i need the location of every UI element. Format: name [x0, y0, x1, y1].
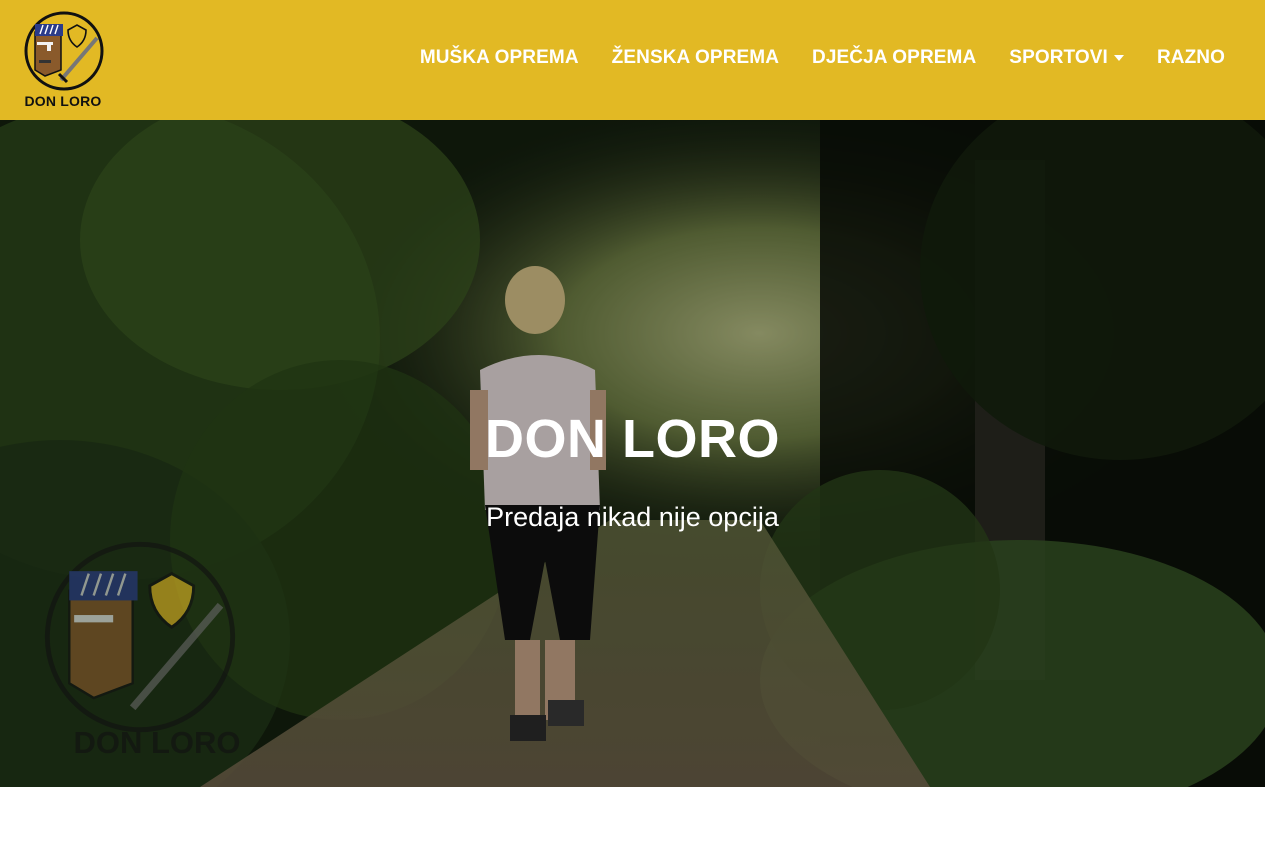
- watermark-text: DON LORO: [73, 725, 241, 760]
- nav-item-zenska-oprema: ŽENSKA OPREMA: [612, 47, 779, 69]
- main-nav: MUŠKA OPREMA ŽENSKA OPREMA DJEČJA OPREMA…: [420, 47, 1225, 69]
- brand-text: DON LORO: [24, 93, 102, 109]
- brand-logo-link[interactable]: DON LORO: [20, 10, 110, 112]
- nav-link-djecja-oprema[interactable]: DJEČJA OPREMA: [812, 47, 976, 69]
- navbar: DON LORO MUŠKA OPREMA ŽENSKA OPREMA DJEČ…: [0, 0, 1265, 120]
- hero-subtitle: Predaja nikad nije opcija: [486, 502, 779, 532]
- nav-item-sportovi: SPORTOVI: [1009, 47, 1124, 69]
- nav-link-razno[interactable]: RAZNO: [1157, 47, 1225, 69]
- nav-item-razno: RAZNO: [1157, 47, 1225, 69]
- hero-watermark-logo: DON LORO: [40, 537, 241, 760]
- content-area: [0, 787, 1265, 863]
- hero-title: DON LORO: [485, 409, 780, 469]
- nav-link-zenska-oprema[interactable]: ŽENSKA OPREMA: [612, 47, 779, 69]
- nav-dropdown-sportovi-label: SPORTOVI: [1009, 47, 1108, 68]
- nav-link-muska-oprema[interactable]: MUŠKA OPREMA: [420, 47, 579, 69]
- hero-banner: DON LORO DON LORO Predaja nikad nije opc…: [0, 120, 1265, 787]
- nav-item-djecja-oprema: DJEČJA OPREMA: [812, 47, 976, 69]
- nav-item-muska-oprema: MUŠKA OPREMA: [420, 47, 579, 69]
- nav-dropdown-sportovi[interactable]: SPORTOVI: [1009, 47, 1124, 69]
- caret-down-icon: [1113, 55, 1124, 61]
- don-loro-logo-icon: [24, 11, 104, 91]
- don-loro-logo-watermark-icon: [44, 541, 236, 733]
